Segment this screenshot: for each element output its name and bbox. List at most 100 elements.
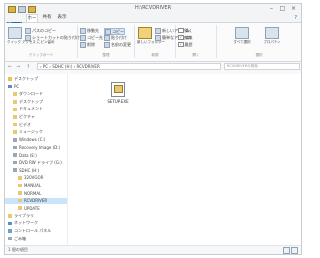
nav-item-label: DVD RW ドライブ (G:) <box>19 159 62 165</box>
nav-item-label: PC <box>14 84 20 90</box>
back-button[interactable]: ← <box>8 64 12 70</box>
up-button[interactable]: ↑ <box>26 64 30 70</box>
copy-to-label: コピー先 <box>87 34 103 40</box>
address-bar-row: ← → ↑ › PC › SDHC (H:) › RCVDRIVER RCVDR… <box>5 62 301 72</box>
move-to-icon <box>80 27 86 34</box>
status-bar: 1 個の項目 <box>5 245 301 254</box>
file-item[interactable]: SETUP.EXE <box>104 82 132 104</box>
nav-item-label: MANUAL <box>24 182 42 188</box>
rename-icon <box>104 41 110 48</box>
new-item-icon <box>155 27 161 34</box>
help-icon[interactable]: ? <box>294 15 297 21</box>
nav-item[interactable]: ネットワーク <box>5 220 67 226</box>
edit-button[interactable]: ✓ 編集 <box>178 34 193 41</box>
maximize-button[interactable]: □ <box>277 4 288 13</box>
paste-button[interactable]: 貼り付け <box>104 34 127 41</box>
select-group: すべて選択 プロパティ 選択 <box>217 25 301 58</box>
history-label: 履歴 <box>184 41 193 47</box>
address-bar[interactable]: › PC › SDHC (H:) › RCVDRIVER <box>37 63 221 70</box>
tab-home[interactable]: ホーム <box>26 14 38 29</box>
nav-item[interactable]: デスクトップ <box>5 99 67 105</box>
search-input[interactable]: RCVDRIVERの検索 <box>224 63 300 70</box>
new-folder-button[interactable]: 新しいフォルダー <box>137 27 165 47</box>
folder-icon <box>18 183 22 188</box>
tab-share[interactable]: 共有 <box>41 14 53 22</box>
paste-shortcut-icon <box>25 34 31 41</box>
select-all-button[interactable]: すべて選択 <box>231 27 253 47</box>
copy-to-icon <box>80 34 86 41</box>
drive-icon <box>13 153 17 157</box>
tab-view[interactable]: 表示 <box>56 14 68 22</box>
nav-item[interactable]: ピクチャ <box>5 114 67 120</box>
rename-button[interactable]: 名前の変更 <box>104 41 131 48</box>
nav-item[interactable]: ダウンロード <box>5 91 67 97</box>
large-icons-view-icon[interactable] <box>291 247 298 254</box>
nav-item[interactable]: RCVDRIVER <box>5 197 67 204</box>
folder-icon <box>13 130 17 134</box>
folder-icon <box>18 176 22 180</box>
open-button[interactable]: 開く <box>178 27 193 34</box>
nav-item[interactable]: コントロール パネル <box>5 228 67 234</box>
nav-item[interactable]: Windows (C:) <box>5 137 67 143</box>
bin-icon <box>8 236 12 241</box>
setup-icon <box>111 82 125 97</box>
nav-item-label: Data (E:) <box>19 152 37 158</box>
edit-label: 編集 <box>184 34 193 40</box>
nav-item[interactable]: Data (E:) <box>5 152 67 158</box>
close-button[interactable]: × <box>288 4 299 13</box>
nav-item[interactable]: ライブラリ <box>5 213 67 219</box>
checkbox-icon: ✓ <box>178 34 184 41</box>
select-all-label: すべて選択 <box>233 40 251 44</box>
select-group-label: 選択 <box>255 53 263 57</box>
nav-item[interactable]: ビデオ <box>5 122 67 128</box>
folder-icon <box>13 122 17 127</box>
nav-item[interactable]: ごみ箱 <box>5 236 67 242</box>
nav-item-label: Windows (C:) <box>19 137 46 143</box>
copy-path-button[interactable]: パスのコピー <box>25 27 56 34</box>
nav-item[interactable]: MANUAL <box>5 182 67 188</box>
network-icon <box>8 221 12 226</box>
nav-item[interactable]: ミュージック <box>5 129 67 135</box>
title-bar: H:\RCVDRIVER – □ × <box>5 4 301 14</box>
nav-item-label: ピクチャ <box>19 114 35 119</box>
copy-path-icon <box>25 27 31 34</box>
paste-icon <box>104 34 110 41</box>
nav-item[interactable]: DVD RW ドライブ (G:) <box>5 160 67 166</box>
nav-item-label: 320VGOR <box>24 175 44 181</box>
nav-item-label: RCVDRIVER <box>24 198 48 204</box>
nav-item[interactable]: デスクトップ <box>5 76 67 82</box>
copy-to-button[interactable]: コピー先 <box>80 34 103 41</box>
select-all-icon <box>235 27 249 39</box>
history-button[interactable]: ✓ 履歴 <box>178 41 193 48</box>
explorer-window: H:\RCVDRIVER – □ × ファイル ホーム 共有 表示 ? クイック… <box>4 3 302 255</box>
move-to-button[interactable]: 移動先 <box>80 27 99 34</box>
nav-item[interactable]: PC <box>5 84 67 90</box>
ribbon-tabs: ファイル ホーム 共有 表示 ? <box>5 14 301 36</box>
details-view-icon[interactable] <box>283 247 290 254</box>
pin-button[interactable]: クイック アクセス にピン留め <box>7 27 55 47</box>
nav-item-label: ネットワーク <box>14 220 38 226</box>
properties-button[interactable]: プロパティ <box>261 27 283 47</box>
nav-item[interactable]: Recovery Image (D:) <box>5 144 67 150</box>
open-label: 開く <box>184 27 193 33</box>
nav-item[interactable]: ドキュメント <box>5 106 67 112</box>
paste-shortcut-button[interactable]: ショートカットの貼り付け <box>25 34 80 41</box>
navigation-pane: デスクトップ PC ダウンロード デスクトップ ドキュメント ピクチャ ビデオ ミュージック W… <box>5 74 67 246</box>
new-folder-label: 新しいフォルダー <box>137 40 165 44</box>
paste-shortcut-label: ショートカットの貼り付け <box>32 34 80 40</box>
star-icon <box>8 77 12 81</box>
nav-item[interactable]: SDHC (H:) <box>5 167 67 173</box>
new-group: 新しいフォルダー 新しいアイテム 簡単なアクセス 新規 <box>135 25 190 58</box>
nav-item-label: ライブラリ <box>14 212 34 218</box>
minimize-button[interactable]: – <box>266 4 277 13</box>
nav-item[interactable]: 320VGOR <box>5 175 67 181</box>
open-group: 開く ✓ 編集 ✓ 履歴 開く <box>176 25 217 58</box>
delete-icon <box>80 41 86 48</box>
drive-icon <box>13 145 17 150</box>
delete-button[interactable]: 削除 <box>80 41 95 48</box>
folder-icon <box>18 206 22 210</box>
nav-item-label: ドキュメント <box>19 106 43 112</box>
forward-button[interactable]: → <box>16 64 20 70</box>
nav-item[interactable]: UPDATE <box>5 205 67 211</box>
nav-item[interactable]: NORMAL <box>5 190 67 196</box>
